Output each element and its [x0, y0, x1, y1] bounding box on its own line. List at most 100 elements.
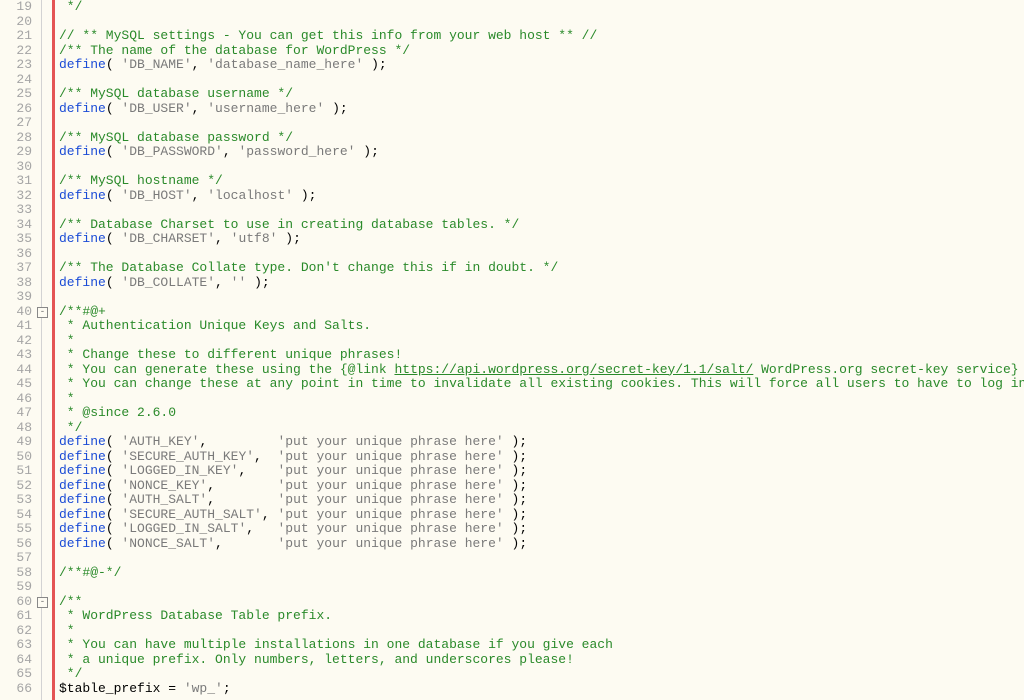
line-number-gutter: 1920212223242526272829303132333435363738…	[0, 0, 38, 700]
fold-toggle[interactable]: -	[37, 597, 48, 608]
token-cmt: /**	[59, 594, 82, 609]
code-line[interactable]	[59, 116, 1024, 131]
token-str: 'DB_HOST'	[121, 188, 191, 203]
token-pun: );	[504, 492, 527, 507]
token-cmt: * You can have multiple installations in…	[59, 637, 613, 652]
code-line[interactable]: * Authentication Unique Keys and Salts.	[59, 319, 1024, 334]
line-number: 43	[0, 348, 32, 363]
code-line[interactable]	[59, 551, 1024, 566]
token-lnk[interactable]: https://api.wordpress.org/secret-key/1.1…	[394, 362, 753, 377]
token-pun: ,	[192, 57, 208, 72]
token-pun: (	[106, 434, 122, 449]
code-line[interactable]: define( 'DB_PASSWORD', 'password_here' )…	[59, 145, 1024, 160]
code-line[interactable]	[59, 580, 1024, 595]
code-line[interactable]: // ** MySQL settings - You can get this …	[59, 29, 1024, 44]
code-line[interactable]: define( 'DB_NAME', 'database_name_here' …	[59, 58, 1024, 73]
token-str: 'password_here'	[238, 144, 355, 159]
code-line[interactable]: * You can change these at any point in t…	[59, 377, 1024, 392]
line-number: 40	[0, 305, 32, 320]
fold-toggle[interactable]: -	[37, 307, 48, 318]
code-line[interactable]: define( 'SECURE_AUTH_KEY', 'put your uni…	[59, 450, 1024, 465]
code-editor[interactable]: 1920212223242526272829303132333435363738…	[0, 0, 1024, 700]
token-pun: );	[363, 57, 386, 72]
token-str: 'AUTH_KEY'	[121, 434, 199, 449]
code-line[interactable]: * WordPress Database Table prefix.	[59, 609, 1024, 624]
token-str: 'utf8'	[231, 231, 278, 246]
code-line[interactable]: */	[59, 667, 1024, 682]
code-line[interactable]	[59, 247, 1024, 262]
token-pun: );	[277, 231, 300, 246]
code-line[interactable]	[59, 73, 1024, 88]
code-line[interactable]: * You can generate these using the {@lin…	[59, 363, 1024, 378]
token-cmt: /** MySQL database password */	[59, 130, 293, 145]
code-line[interactable]: /** The name of the database for WordPre…	[59, 44, 1024, 59]
token-str: 'put your unique phrase here'	[277, 492, 503, 507]
code-line[interactable]	[59, 15, 1024, 30]
code-line[interactable]: /** MySQL database username */	[59, 87, 1024, 102]
token-str: 'LOGGED_IN_KEY'	[121, 463, 238, 478]
code-line[interactable]: define( 'DB_USER', 'username_here' );	[59, 102, 1024, 117]
token-cmt: /** The name of the database for WordPre…	[59, 43, 410, 58]
code-line[interactable]: /**#@+	[59, 305, 1024, 320]
code-line[interactable]: *	[59, 624, 1024, 639]
token-cmt: *	[59, 333, 75, 348]
code-line[interactable]: /** Database Charset to use in creating …	[59, 218, 1024, 233]
code-line[interactable]: *	[59, 334, 1024, 349]
code-line[interactable]	[59, 203, 1024, 218]
token-kw: define	[59, 492, 106, 507]
token-kw: define	[59, 144, 106, 159]
code-line[interactable]: * a unique prefix. Only numbers, letters…	[59, 653, 1024, 668]
token-str: 'put your unique phrase here'	[277, 478, 503, 493]
code-line[interactable]	[59, 160, 1024, 175]
code-line[interactable]: /**#@-*/	[59, 566, 1024, 581]
code-line[interactable]: define( 'LOGGED_IN_KEY', 'put your uniqu…	[59, 464, 1024, 479]
token-pun: ,	[262, 507, 278, 522]
code-line[interactable]: *	[59, 392, 1024, 407]
token-str: 'localhost'	[207, 188, 293, 203]
token-pun: (	[106, 478, 122, 493]
code-area[interactable]: */ // ** MySQL settings - You can get th…	[55, 0, 1024, 700]
token-pun: (	[106, 507, 122, 522]
token-cmt: */	[59, 420, 82, 435]
line-number: 21	[0, 29, 32, 44]
code-line[interactable]: /** The Database Collate type. Don't cha…	[59, 261, 1024, 276]
code-line[interactable]: * Change these to different unique phras…	[59, 348, 1024, 363]
code-line[interactable]: * You can have multiple installations in…	[59, 638, 1024, 653]
token-cmt: // ** MySQL settings - You can get this …	[59, 28, 597, 43]
line-number: 35	[0, 232, 32, 247]
code-line[interactable]: define( 'AUTH_SALT', 'put your unique ph…	[59, 493, 1024, 508]
code-line[interactable]: define( 'LOGGED_IN_SALT', 'put your uniq…	[59, 522, 1024, 537]
code-line[interactable]: /**	[59, 595, 1024, 610]
code-line[interactable]: define( 'NONCE_SALT', 'put your unique p…	[59, 537, 1024, 552]
code-line[interactable]	[59, 290, 1024, 305]
token-str: 'SECURE_AUTH_SALT'	[121, 507, 261, 522]
token-str: 'AUTH_SALT'	[121, 492, 207, 507]
token-str: 'NONCE_KEY'	[121, 478, 207, 493]
code-line[interactable]: define( 'DB_COLLATE', '' );	[59, 276, 1024, 291]
token-pun: );	[293, 188, 316, 203]
code-line[interactable]: */	[59, 0, 1024, 15]
token-pun: (	[106, 275, 122, 290]
token-kw: define	[59, 507, 106, 522]
code-line[interactable]: /** MySQL database password */	[59, 131, 1024, 146]
line-number: 55	[0, 522, 32, 537]
code-line[interactable]: * @since 2.6.0	[59, 406, 1024, 421]
token-pun: (	[106, 188, 122, 203]
code-line[interactable]: /** MySQL hostname */	[59, 174, 1024, 189]
token-str: 'DB_PASSWORD'	[121, 144, 222, 159]
line-number: 26	[0, 102, 32, 117]
code-line[interactable]: define( 'AUTH_KEY', 'put your unique phr…	[59, 435, 1024, 450]
code-line[interactable]: define( 'SECURE_AUTH_SALT', 'put your un…	[59, 508, 1024, 523]
token-pun: ,	[207, 478, 277, 493]
token-pun: (	[106, 492, 122, 507]
token-str: 'database_name_here'	[207, 57, 363, 72]
code-line[interactable]: define( 'DB_HOST', 'localhost' );	[59, 189, 1024, 204]
line-number: 29	[0, 145, 32, 160]
token-pun: ;	[223, 681, 231, 696]
code-line[interactable]: */	[59, 421, 1024, 436]
code-line[interactable]: define( 'NONCE_KEY', 'put your unique ph…	[59, 479, 1024, 494]
code-line[interactable]: $table_prefix = 'wp_';	[59, 682, 1024, 697]
line-number: 59	[0, 580, 32, 595]
token-pun: );	[355, 144, 378, 159]
code-line[interactable]: define( 'DB_CHARSET', 'utf8' );	[59, 232, 1024, 247]
